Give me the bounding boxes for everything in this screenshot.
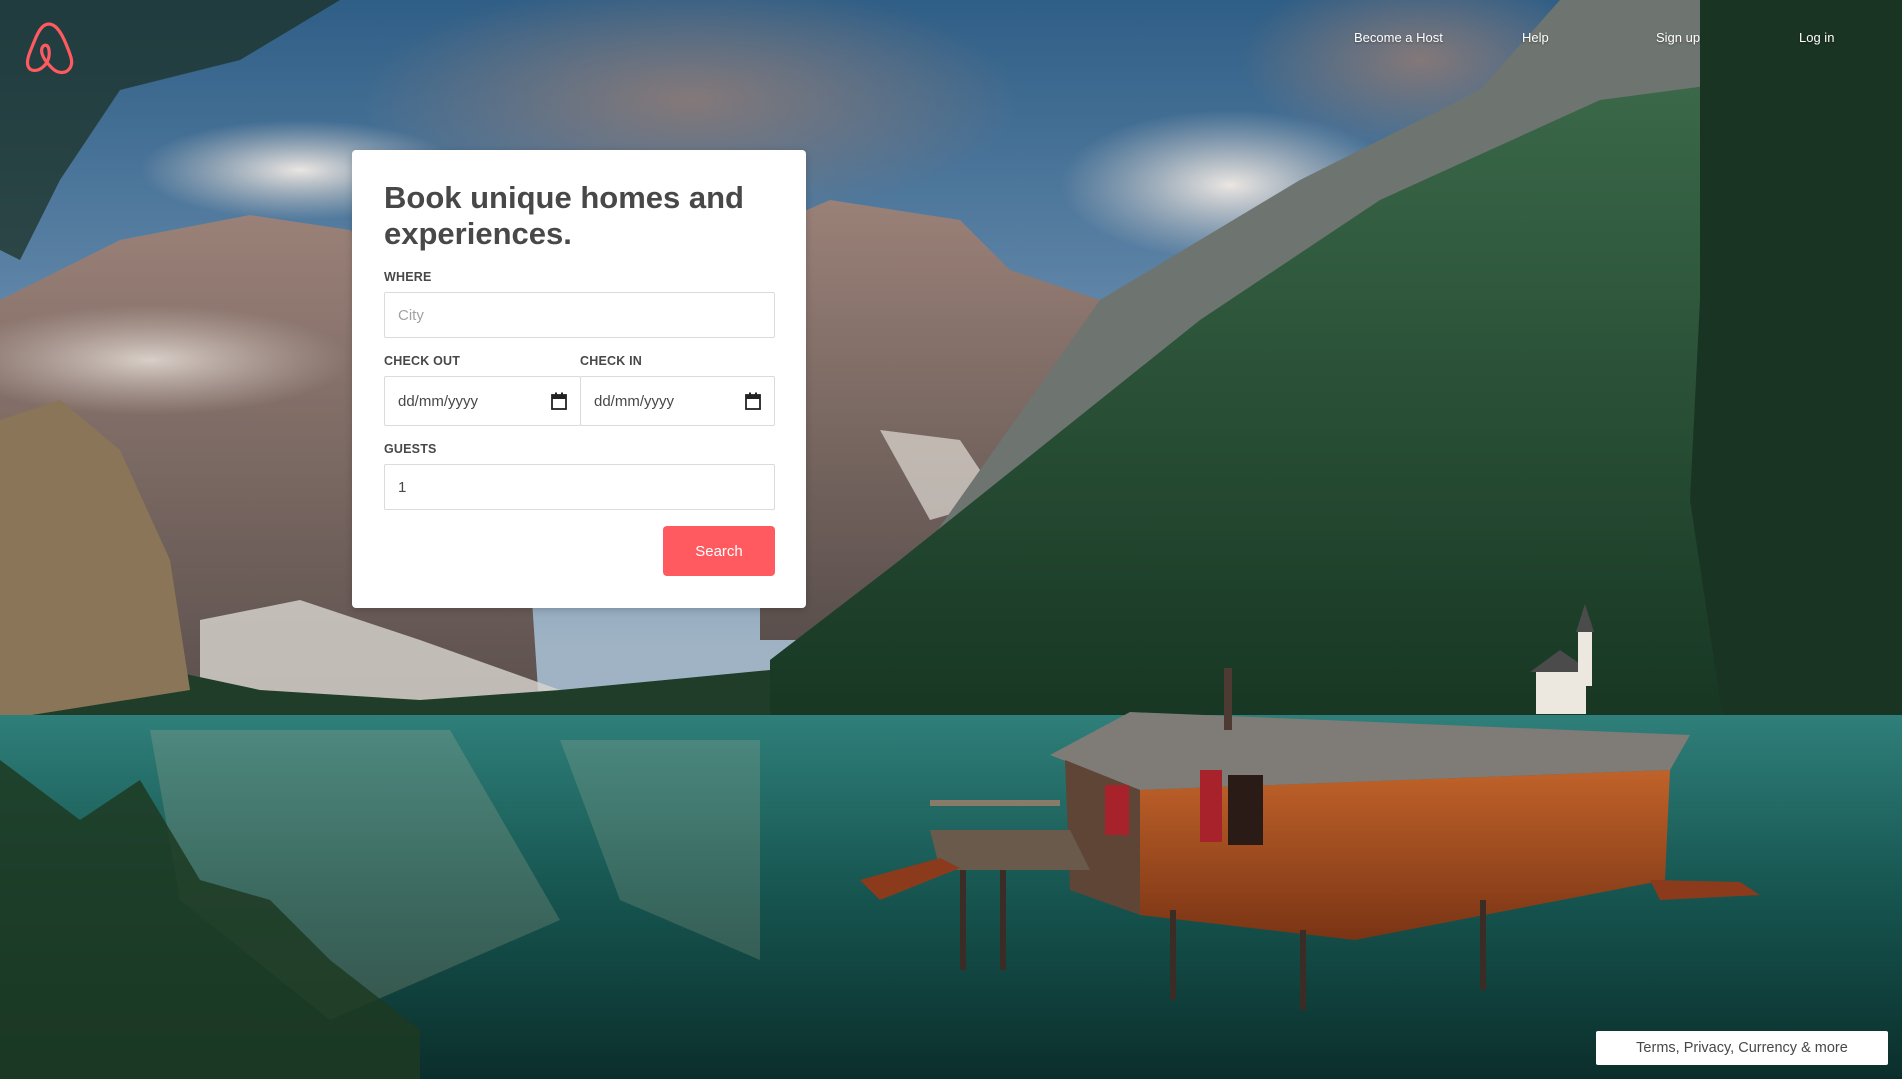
nav-help-link[interactable]: Help (1522, 30, 1549, 50)
check-in-label: CHECK IN (580, 354, 643, 368)
calendar-icon[interactable] (551, 392, 567, 410)
calendar-icon[interactable] (745, 392, 761, 410)
nav-become-host-link[interactable]: Become a Host (1354, 30, 1443, 50)
check-in-date-value: dd/mm/yyyy (594, 393, 675, 410)
check-out-label: CHECK OUT (384, 354, 461, 368)
airbnb-logo-icon[interactable] (22, 18, 76, 78)
background-image (0, 0, 1902, 1079)
booking-card: Book unique homes and experiences. WHERE… (352, 150, 806, 608)
booking-title: Book unique homes and experiences. (384, 180, 744, 251)
check-in-date-input[interactable]: dd/mm/yyyy (580, 376, 775, 426)
where-city-input[interactable] (384, 292, 775, 338)
check-out-date-input[interactable]: dd/mm/yyyy (384, 376, 581, 426)
nav-sign-up-link[interactable]: Sign up (1656, 30, 1700, 50)
check-out-date-value: dd/mm/yyyy (398, 393, 479, 410)
footer-links-button[interactable]: Terms, Privacy, Currency & more (1596, 1031, 1888, 1065)
where-label: WHERE (384, 270, 432, 284)
guests-input[interactable] (384, 464, 775, 510)
guests-label: GUESTS (384, 442, 437, 456)
search-button[interactable]: Search (663, 526, 775, 576)
page: Become a Host Help Sign up Log in Book u… (0, 0, 1902, 1079)
nav-log-in-link[interactable]: Log in (1799, 30, 1834, 50)
